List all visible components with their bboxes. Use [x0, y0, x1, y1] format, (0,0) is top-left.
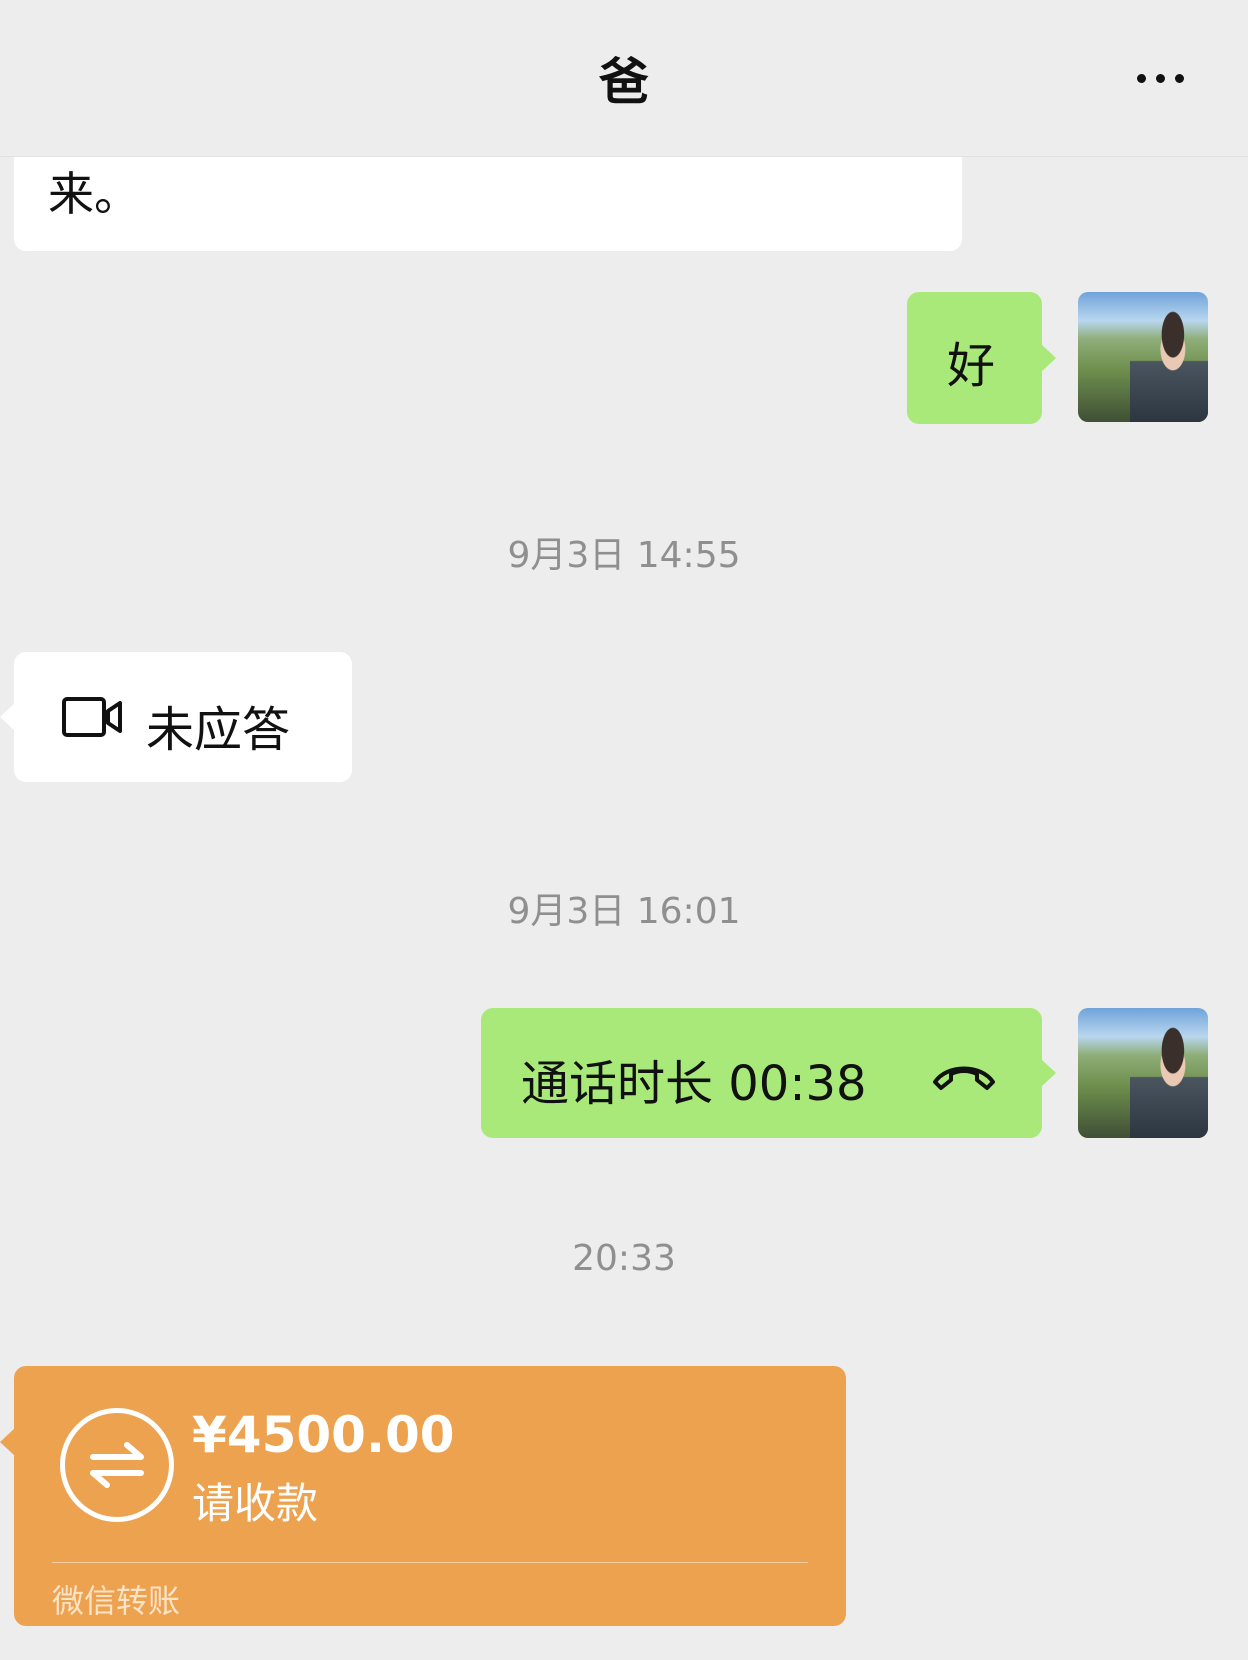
- chat-header: 爸: [0, 0, 1248, 157]
- transfer-amount: ¥4500.00: [192, 1406, 455, 1464]
- transfer-brand-label: 微信转账: [52, 1582, 181, 1620]
- message-text: 通话时长 00:38: [521, 1056, 867, 1112]
- transfer-arrows-icon: [60, 1408, 174, 1522]
- call-record-bubble[interactable]: 通话时长 00:38: [481, 1008, 1056, 1138]
- timestamp: 9月3日 16:01: [507, 891, 741, 932]
- phone-hangup-icon: [933, 1066, 995, 1090]
- avatar-photo: [1130, 310, 1208, 422]
- chat-title: 爸: [599, 53, 649, 111]
- more-dots-icon[interactable]: [1137, 74, 1184, 83]
- sent-message-bubble[interactable]: 好: [907, 292, 1056, 424]
- video-call-icon: [62, 697, 122, 737]
- transfer-status: 请收款: [192, 1479, 319, 1528]
- timestamp: 9月3日 14:55: [507, 535, 741, 576]
- divider: [52, 1562, 808, 1563]
- dot: [1175, 74, 1184, 83]
- timestamp: 20:33: [572, 1238, 676, 1279]
- avatar[interactable]: [1078, 1008, 1208, 1138]
- missed-call-bubble[interactable]: 未应答: [0, 652, 352, 782]
- message-text: 来。: [48, 167, 140, 221]
- avatar[interactable]: [1078, 292, 1208, 422]
- transfer-card[interactable]: ¥4500.00 请收款 微信转账: [0, 1366, 846, 1626]
- message-text: 未应答: [146, 702, 291, 758]
- dot: [1137, 74, 1146, 83]
- avatar-photo: [1130, 1026, 1208, 1138]
- message-text: 好: [947, 338, 996, 394]
- dot: [1156, 74, 1165, 83]
